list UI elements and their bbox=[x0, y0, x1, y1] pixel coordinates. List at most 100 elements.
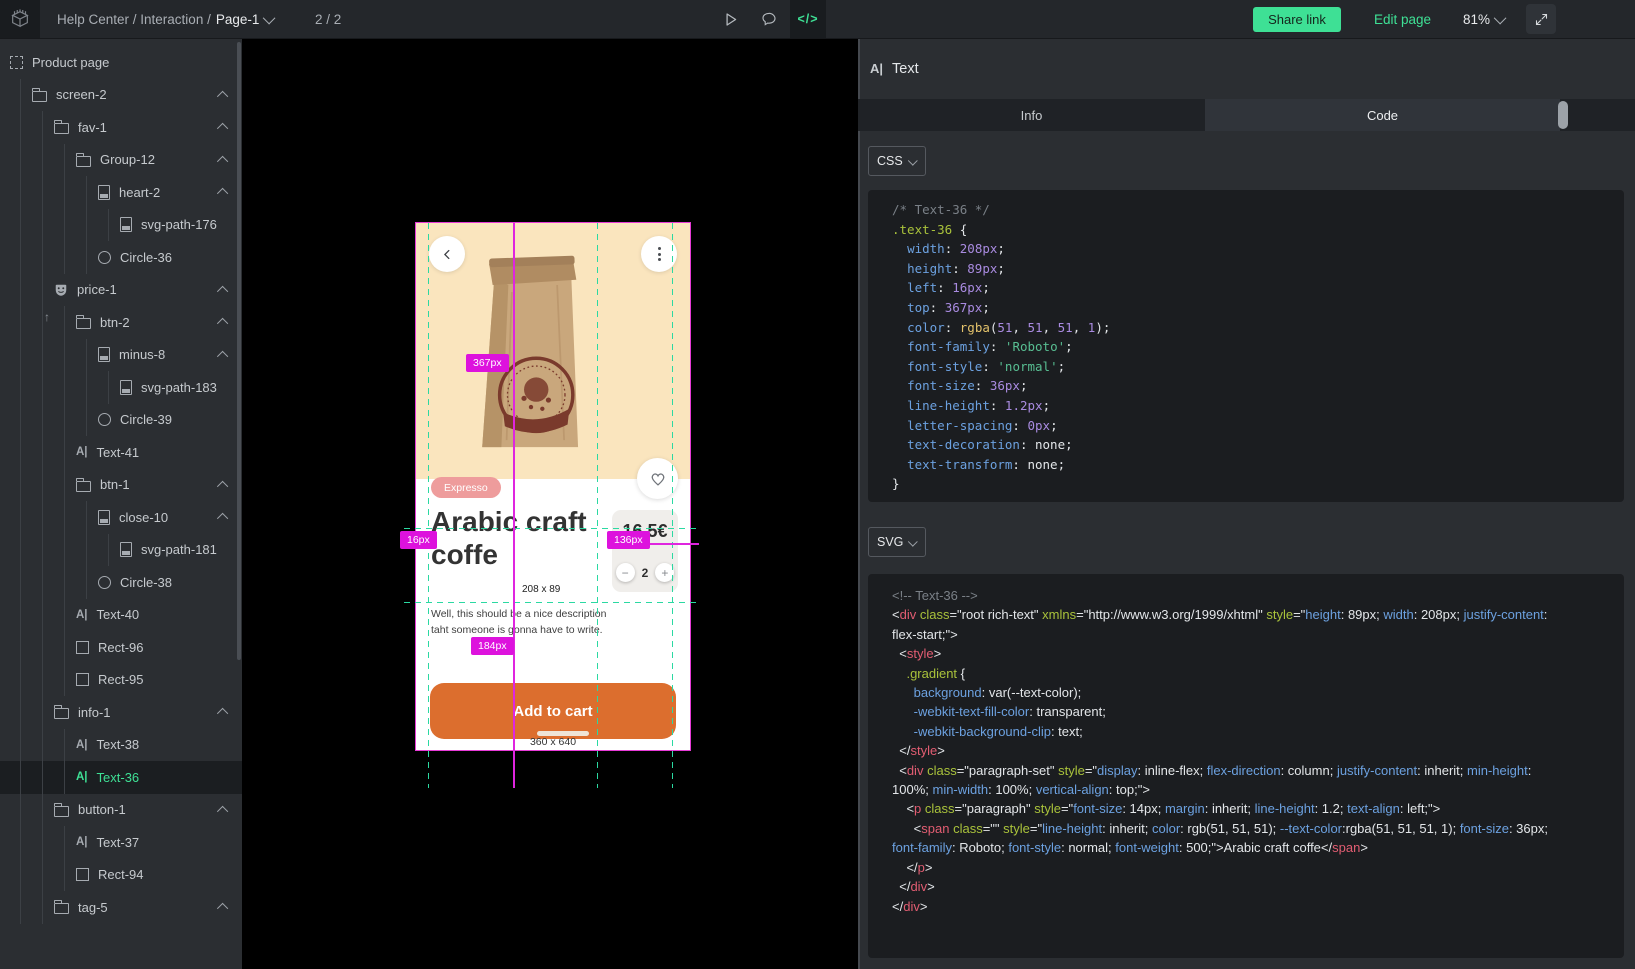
share-link-button[interactable]: Share link bbox=[1253, 7, 1341, 32]
tree-guide-line bbox=[42, 664, 43, 697]
sidebar-item-text-41[interactable]: A|Text-41 bbox=[0, 436, 242, 469]
tree-guide-line bbox=[20, 664, 21, 697]
chevron-down-icon[interactable] bbox=[263, 11, 276, 24]
guide-dashed-vertical bbox=[672, 223, 673, 788]
sidebar-item-minus-8[interactable]: minus-8 bbox=[0, 339, 242, 372]
sidebar-item-rect-95[interactable]: Rect-95 bbox=[0, 664, 242, 697]
sidebar-item-heart-2[interactable]: heart-2 bbox=[0, 176, 242, 209]
layer-label: info-1 bbox=[78, 705, 111, 720]
tree-guide-line bbox=[64, 404, 65, 437]
sidebar-item-product page[interactable]: Product page bbox=[0, 46, 242, 79]
tree-guide-line bbox=[86, 501, 87, 534]
tree-guide-line bbox=[108, 371, 109, 404]
collapse-caret-icon[interactable] bbox=[217, 188, 228, 199]
code-icon: </> bbox=[797, 12, 818, 26]
tree-guide-line bbox=[20, 339, 21, 372]
sidebar-item-button-1[interactable]: button-1 bbox=[0, 794, 242, 827]
sidebar-item-price-1[interactable]: price-1 bbox=[0, 274, 242, 307]
panel-scrollbar[interactable] bbox=[1558, 101, 1568, 129]
chevron-down-icon bbox=[1494, 11, 1507, 24]
guide-dashed-horizontal bbox=[404, 602, 700, 603]
collapse-caret-icon[interactable] bbox=[217, 481, 228, 492]
tab-info[interactable]: Info bbox=[858, 99, 1205, 131]
price-box: 16.5€ − 2 + bbox=[612, 510, 678, 592]
code-line: </div> bbox=[892, 877, 1556, 896]
sidebar-item-text-36[interactable]: A|Text-36 bbox=[0, 761, 242, 794]
collapse-caret-icon[interactable] bbox=[217, 156, 228, 167]
comments-button[interactable] bbox=[750, 0, 788, 38]
sidebar-item-svg-path-183[interactable]: svg-path-183 bbox=[0, 371, 242, 404]
tree-guide-line bbox=[42, 404, 43, 437]
collapse-caret-icon[interactable] bbox=[217, 351, 228, 362]
tree-guide-line bbox=[86, 241, 87, 274]
sidebar-item-screen-2[interactable]: screen-2 bbox=[0, 79, 242, 112]
breadcrumb[interactable]: Help Center / Interaction / Page-1 bbox=[57, 0, 275, 38]
fullscreen-button[interactable] bbox=[1526, 4, 1556, 34]
design-canvas[interactable]: Expresso Arabic craft coffe 208 x 89 16.… bbox=[242, 38, 858, 969]
sidebar-item-text-37[interactable]: A|Text-37 bbox=[0, 826, 242, 859]
layer-label: heart-2 bbox=[119, 185, 160, 200]
tree-guide-line bbox=[64, 566, 65, 599]
measure-line-vertical bbox=[513, 223, 515, 788]
tree-guide-line bbox=[20, 274, 21, 307]
back-button[interactable] bbox=[429, 236, 465, 272]
guide-dashed-vertical bbox=[428, 223, 429, 788]
measure-label-right: 136px bbox=[607, 531, 650, 549]
edit-page-link[interactable]: Edit page bbox=[1374, 0, 1431, 38]
decrease-quantity-button[interactable]: − bbox=[616, 563, 635, 582]
css-code-block[interactable]: /* Text-36 */.text-36 { width: 208px; he… bbox=[868, 190, 1624, 502]
sidebar-item-svg-path-181[interactable]: svg-path-181 bbox=[0, 534, 242, 567]
svg-code-block[interactable]: <!-- Text-36 --><div class="root rich-te… bbox=[868, 574, 1624, 958]
collapse-caret-icon[interactable] bbox=[217, 286, 228, 297]
sidebar-item-fav-1[interactable]: fav-1 bbox=[0, 111, 242, 144]
layer-label: Circle-39 bbox=[120, 412, 172, 427]
tab-code[interactable]: Code bbox=[1205, 99, 1560, 131]
sidebar-item-tag-5[interactable]: tag-5 bbox=[0, 891, 242, 924]
play-button[interactable] bbox=[711, 0, 749, 38]
sidebar-item-circle-39[interactable]: Circle-39 bbox=[0, 404, 242, 437]
sidebar-item-btn-2[interactable]: btn-2 bbox=[0, 306, 242, 339]
tree-guide-line bbox=[20, 241, 21, 274]
file-icon bbox=[98, 185, 110, 200]
collapse-caret-icon[interactable] bbox=[217, 513, 228, 524]
file-icon bbox=[98, 347, 110, 362]
collapse-caret-icon[interactable] bbox=[217, 708, 228, 719]
sidebar-item-close-10[interactable]: close-10 bbox=[0, 501, 242, 534]
sidebar-item-circle-38[interactable]: Circle-38 bbox=[0, 566, 242, 599]
sidebar-item-group-12[interactable]: Group-12 bbox=[0, 144, 242, 177]
sidebar-item-info-1[interactable]: info-1 bbox=[0, 696, 242, 729]
sidebar-item-text-40[interactable]: A|Text-40 bbox=[0, 599, 242, 632]
sidebar-item-rect-96[interactable]: Rect-96 bbox=[0, 631, 242, 664]
code-line: </style> bbox=[892, 741, 1556, 760]
product-title[interactable]: Arabic craft coffe bbox=[431, 506, 599, 572]
sidebar-scrollbar[interactable] bbox=[237, 42, 241, 660]
app-logo[interactable] bbox=[0, 0, 40, 38]
tree-guide-line bbox=[42, 209, 43, 242]
collapse-caret-icon[interactable] bbox=[217, 91, 228, 102]
code-line: <style> bbox=[892, 644, 1556, 663]
play-icon bbox=[722, 11, 739, 28]
sidebar-item-text-38[interactable]: A|Text-38 bbox=[0, 729, 242, 762]
sidebar-item-rect-94[interactable]: Rect-94 bbox=[0, 859, 242, 892]
collapse-caret-icon[interactable] bbox=[217, 806, 228, 817]
product-tag-badge[interactable]: Expresso bbox=[431, 477, 501, 498]
tree-guide-line bbox=[20, 469, 21, 502]
sidebar-item-circle-36[interactable]: Circle-36 bbox=[0, 241, 242, 274]
code-line: <div class="paragraph-set" style="displa… bbox=[892, 761, 1556, 800]
tree-guide-line bbox=[20, 111, 21, 144]
code-mode-button[interactable]: </> bbox=[790, 0, 826, 38]
collapse-caret-icon[interactable] bbox=[217, 123, 228, 134]
collapse-caret-icon[interactable] bbox=[217, 903, 228, 914]
zoom-control[interactable]: 81% bbox=[1463, 0, 1506, 38]
sidebar-item-btn-1[interactable]: btn-1 bbox=[0, 469, 242, 502]
svg-language-select[interactable]: SVG bbox=[868, 527, 926, 557]
collapse-caret-icon[interactable] bbox=[217, 318, 228, 329]
file-icon bbox=[98, 510, 110, 525]
css-language-select[interactable]: CSS bbox=[868, 146, 926, 176]
code-line: <span class="" style="line-height: inher… bbox=[892, 819, 1556, 858]
tree-guide-line bbox=[20, 176, 21, 209]
sidebar-item-svg-path-176[interactable]: svg-path-176 bbox=[0, 209, 242, 242]
product-image-area bbox=[416, 223, 690, 479]
folder-icon bbox=[54, 708, 69, 719]
product-screen-frame[interactable]: Expresso Arabic craft coffe 208 x 89 16.… bbox=[416, 223, 690, 750]
